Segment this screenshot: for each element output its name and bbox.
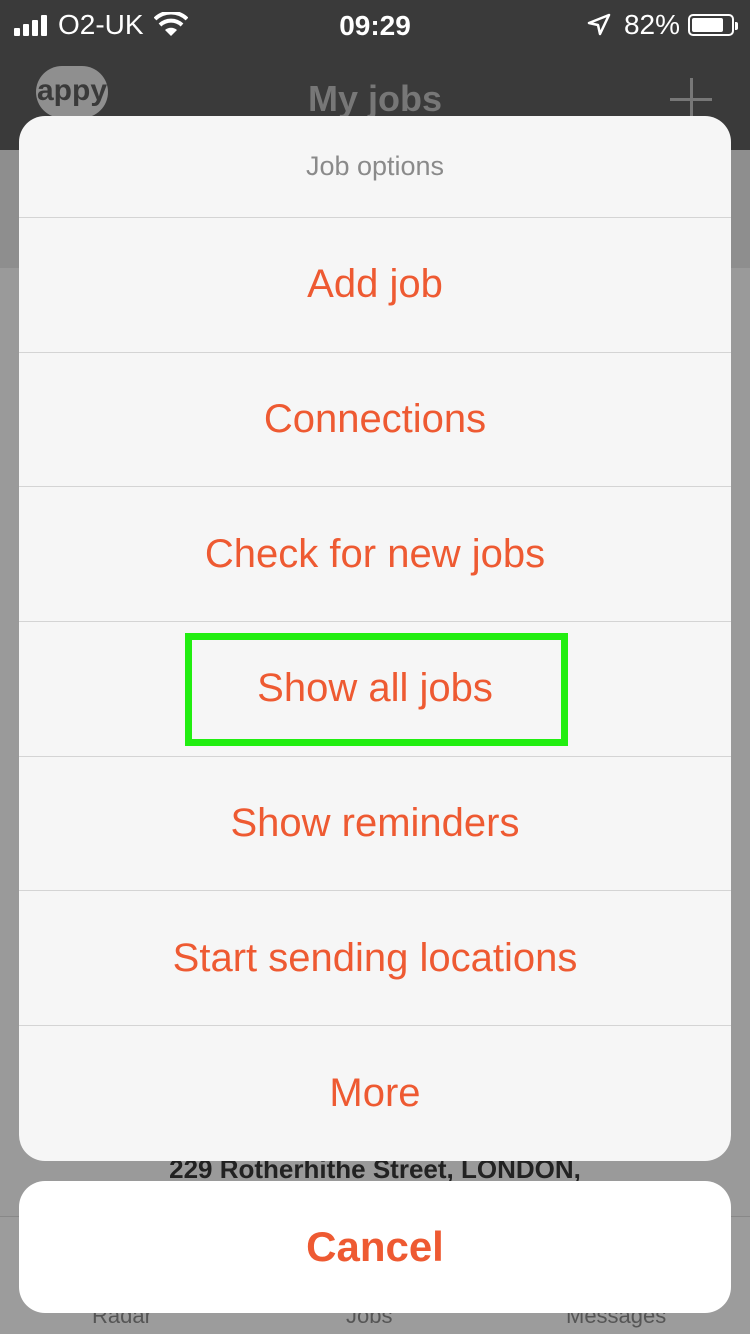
more-option[interactable]: More [19,1026,731,1161]
page-title: My jobs [307,78,442,119]
action-sheet-title: Job options [19,116,731,218]
location-arrow-icon [587,13,611,36]
status-right: 82% [586,8,738,42]
cancel-button[interactable]: Cancel [19,1181,731,1313]
status-bar: O2-UK 09:29 82% [0,0,750,50]
battery-percent: 82% [623,9,680,40]
show-all-jobs-option[interactable]: Show all jobs [19,622,731,757]
action-sheet: Job options Add job Connections Check fo… [19,116,731,1161]
start-sending-locations-option[interactable]: Start sending locations [19,891,731,1027]
add-job-option[interactable]: Add job [19,218,731,353]
show-reminders-option[interactable]: Show reminders [19,757,731,892]
plus-icon[interactable] [670,78,712,120]
check-for-new-jobs-option[interactable]: Check for new jobs [19,487,731,623]
battery-fill [692,18,723,32]
connections-option[interactable]: Connections [19,353,731,488]
battery-icon [688,14,738,36]
